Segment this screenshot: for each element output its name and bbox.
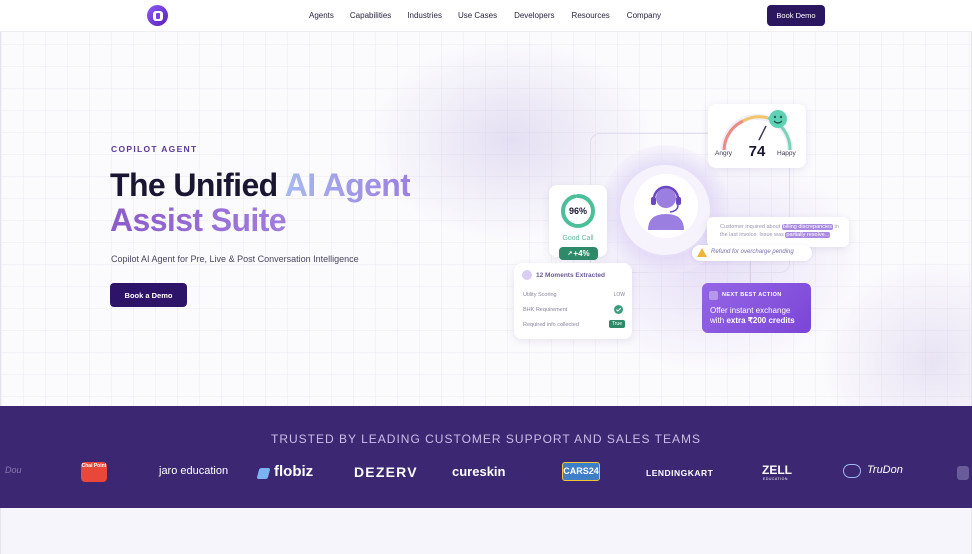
moment-row: Required info collected True — [523, 320, 625, 328]
call-score-value: 96% — [568, 206, 587, 216]
moment-row: BHK Requirement — [523, 305, 625, 314]
moment-label: Utility Scoring — [523, 292, 557, 298]
customer-logo-flobiz: flobiz — [274, 463, 314, 480]
transcript-summary-card: Customer inquired about billing discrepa… — [707, 217, 849, 247]
check-icon — [614, 305, 623, 314]
trend-up-icon: ↗ — [567, 251, 573, 257]
customer-logo-zell: ZELL — [762, 463, 792, 477]
zell-subtitle: EDUCATION — [763, 477, 788, 481]
nav-link-use-cases[interactable]: Use Cases — [458, 11, 497, 20]
gauge-label-happy: Happy — [777, 150, 796, 157]
moment-value: LOW — [613, 292, 625, 298]
agent-avatar — [634, 174, 698, 238]
customer-logo-partial — [957, 466, 969, 480]
nba-label: NEXT BEST ACTION — [722, 292, 782, 298]
nba-line2: with extra ₹200 credits — [710, 316, 795, 325]
warning-icon — [697, 248, 707, 257]
next-section — [0, 508, 972, 554]
highlight: billing discrepancies — [781, 224, 833, 230]
moment-label: BHK Requirement — [523, 307, 568, 313]
nav-link-capabilities[interactable]: Capabilities — [350, 11, 391, 20]
next-best-action-card: NEXT BEST ACTION Offer instant exchange … — [702, 283, 811, 333]
customer-logo-lendingkart: LENDINGKART — [646, 468, 714, 478]
headline-accent: AI Agent — [284, 167, 411, 203]
call-score-label: Good Call — [562, 235, 594, 242]
top-nav: Agents Capabilities Industries Use Cases… — [0, 0, 972, 32]
trusted-by-band: TRUSTED BY LEADING CUSTOMER SUPPORT AND … — [0, 406, 972, 508]
moment-row: Utility Scoring LOW — [523, 292, 625, 298]
moment-value-badge: True — [608, 320, 625, 328]
transcript-text: Customer inquired about billing discrepa… — [720, 224, 839, 238]
moments-icon — [522, 270, 532, 280]
headline-accent-line2: Assist Suite — [110, 202, 287, 238]
book-demo-button[interactable]: Book Demo — [767, 5, 825, 26]
nav-link-agents[interactable]: Agents — [309, 11, 334, 20]
customer-logo-chai-point: Chai Point — [81, 462, 107, 482]
customer-logo-cars24: CARS24 — [562, 462, 600, 481]
headline-text: The Unified — [110, 167, 285, 203]
heart-logo-icon — [843, 464, 861, 478]
refund-alert: Refund for overcharge pending — [692, 245, 812, 261]
customer-logo-dou: Dou — [5, 465, 22, 475]
action-icon — [709, 291, 718, 300]
customer-logo-cureskin: cureskin — [452, 464, 506, 479]
moment-label: Required info collected — [523, 322, 579, 328]
highlight: partially resolve... — [785, 232, 831, 238]
refund-alert-text: Refund for overcharge pending — [711, 249, 794, 255]
nba-line1: Offer instant exchange — [710, 306, 791, 315]
nav-link-resources[interactable]: Resources — [572, 11, 610, 20]
hero-headline: The Unified AI Agent Assist Suite — [110, 167, 411, 238]
nav-link-developers[interactable]: Developers — [514, 11, 554, 20]
sentiment-score: 74 — [742, 140, 772, 164]
brand-logo[interactable] — [147, 5, 168, 26]
nav-links: Agents Capabilities Industries Use Cases… — [309, 11, 661, 20]
nav-link-industries[interactable]: Industries — [407, 11, 442, 20]
happy-face-icon — [769, 110, 787, 128]
sentiment-gauge-card: Angry 74 Happy — [708, 104, 806, 168]
hero-eyebrow: COPILOT AGENT — [111, 144, 198, 154]
trusted-title: TRUSTED BY LEADING CUSTOMER SUPPORT AND … — [271, 432, 701, 446]
customer-logo-dezerv: DEZERV — [354, 464, 418, 480]
customer-logo-trudon: TruDon — [867, 464, 903, 476]
score-delta-badge: ↗ +4% — [559, 247, 598, 260]
score-delta: +4% — [573, 249, 590, 258]
moments-card: 12 Moments Extracted Utility Scoring LOW… — [514, 263, 632, 339]
hero-subtitle: Copilot AI Agent for Pre, Live & Post Co… — [111, 254, 359, 264]
gauge-label-angry: Angry — [715, 150, 732, 157]
book-a-demo-button[interactable]: Book a Demo — [110, 283, 187, 307]
flobiz-icon — [256, 468, 271, 479]
moments-title: 12 Moments Extracted — [536, 272, 605, 279]
customer-logo-jaro: jaro education — [159, 465, 229, 477]
headset-agent-icon — [648, 185, 684, 230]
nav-link-company[interactable]: Company — [627, 11, 661, 20]
